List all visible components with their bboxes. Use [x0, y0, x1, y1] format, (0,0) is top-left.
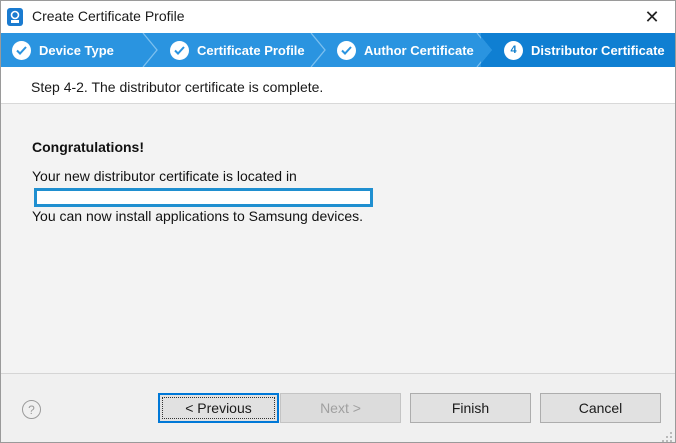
wizard-content: Congratulations! Your new distributor ce…: [1, 104, 675, 372]
dialog-window: Create Certificate Profile ✕ Device Type…: [0, 0, 676, 443]
help-icon[interactable]: ?: [22, 400, 41, 419]
next-button[interactable]: Next >: [280, 393, 401, 423]
step-label: Device Type: [39, 42, 114, 58]
window-title: Create Certificate Profile: [32, 8, 185, 24]
finish-button[interactable]: Finish: [410, 393, 531, 423]
wizard-footer: ? < Previous Next > Finish Cancel: [1, 374, 675, 442]
check-icon: [337, 40, 356, 60]
check-icon: [12, 40, 31, 60]
tizen-app-icon: [7, 8, 23, 26]
title-bar: Create Certificate Profile ✕: [1, 1, 675, 33]
previous-button[interactable]: < Previous: [158, 393, 279, 423]
certificate-path-field[interactable]: [34, 188, 373, 207]
step-description: Step 4-2. The distributor certificate is…: [31, 79, 324, 95]
step-label: Certificate Profile: [197, 42, 305, 58]
wizard-step-bar: Device Type Certificate Profile Author C…: [1, 33, 675, 67]
congratulations-heading: Congratulations!: [32, 139, 144, 155]
close-icon: ✕: [644, 6, 660, 28]
wizard-header: Step 4-2. The distributor certificate is…: [1, 67, 675, 104]
location-text: Your new distributor certificate is loca…: [32, 168, 297, 184]
cancel-button[interactable]: Cancel: [540, 393, 661, 423]
step-label: Distributor Certificate: [531, 42, 665, 58]
check-icon: [170, 40, 189, 60]
step-device-type: Device Type: [12, 33, 114, 67]
install-text: You can now install applications to Sams…: [32, 208, 364, 224]
step-label: Author Certificate: [364, 42, 474, 58]
step-number-badge: 4: [504, 40, 523, 60]
step-distributor-certificate: 4 Distributor Certificate: [504, 33, 665, 67]
resize-grip-icon[interactable]: [661, 428, 673, 442]
step-author-certificate: Author Certificate: [337, 33, 474, 67]
close-button[interactable]: ✕: [629, 1, 675, 33]
step-certificate-profile: Certificate Profile: [170, 33, 305, 67]
